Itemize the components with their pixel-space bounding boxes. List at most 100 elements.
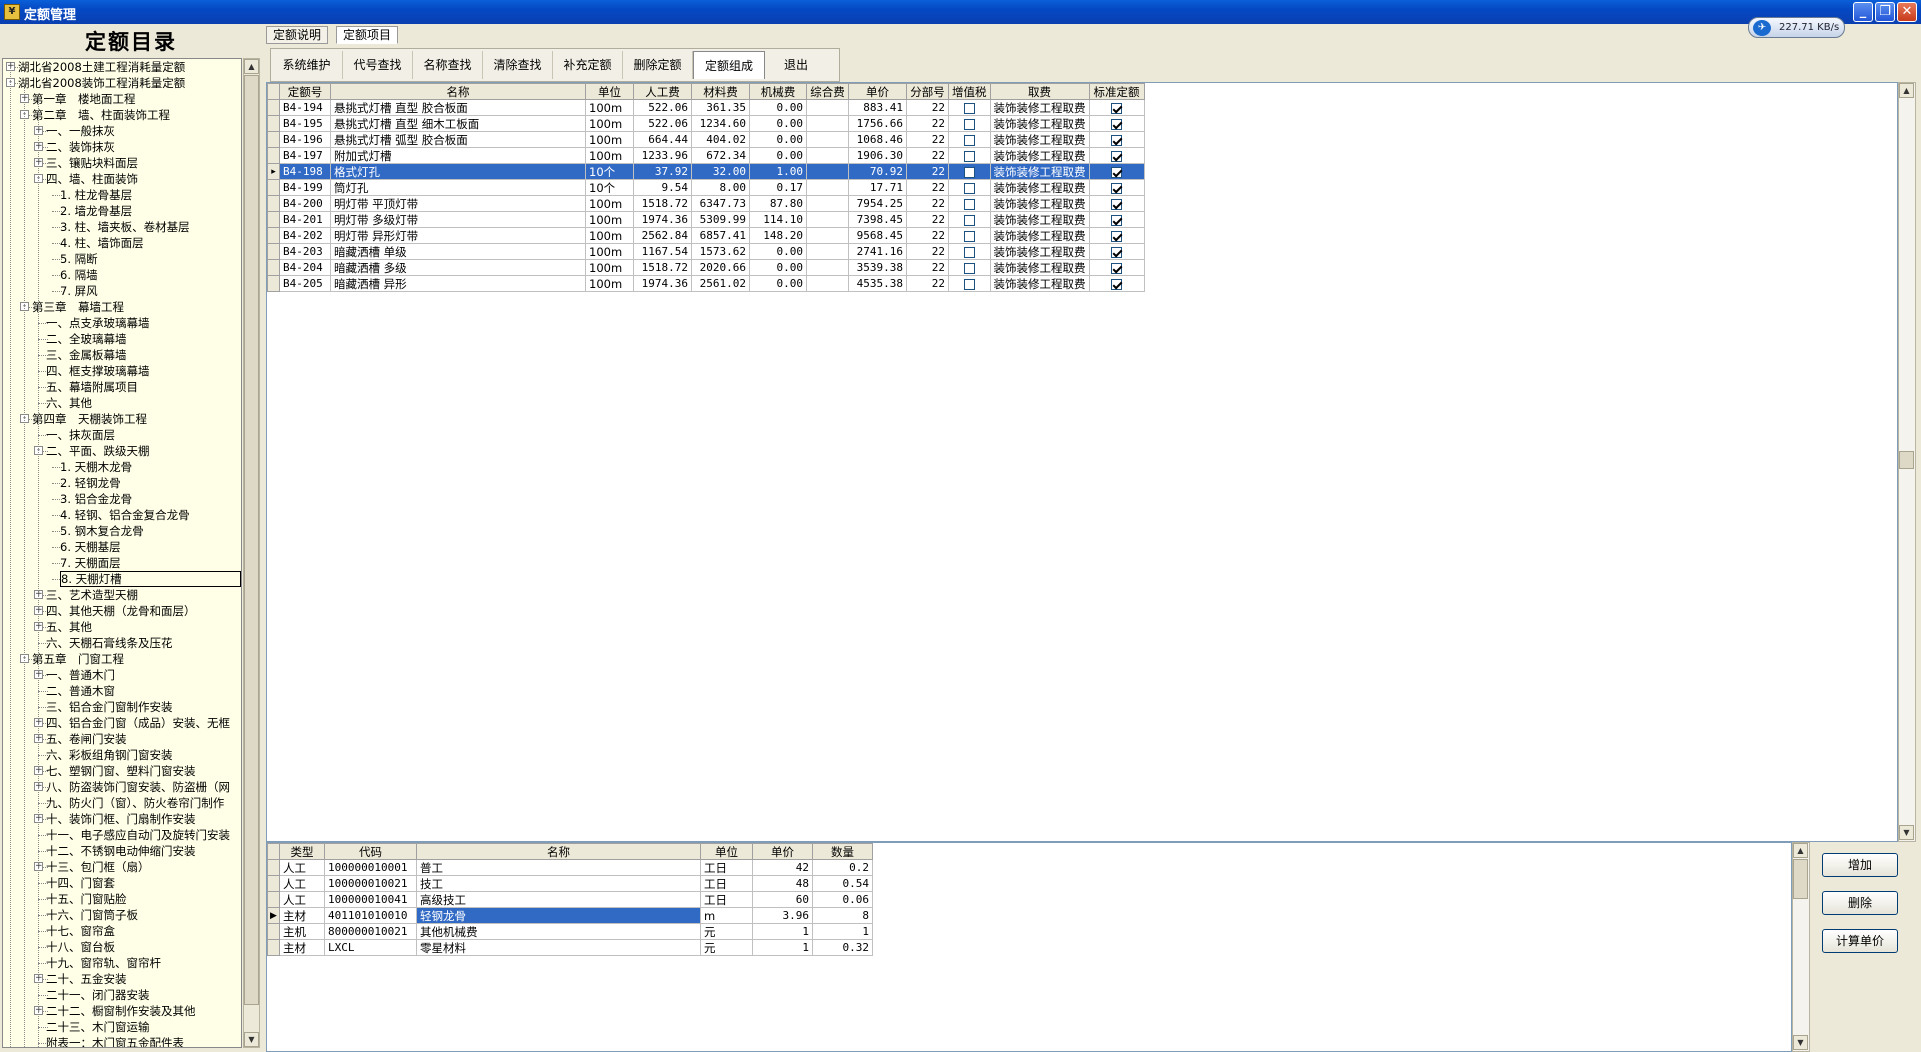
tree-node[interactable]: 四、墙、柱面装饰 bbox=[46, 171, 138, 187]
tree-node[interactable]: 4. 柱、墙饰面层 bbox=[60, 235, 144, 251]
column-header[interactable]: 人工费 bbox=[633, 83, 692, 100]
tree-node[interactable]: 四、其他天棚（龙骨和面层） bbox=[46, 603, 196, 619]
table-row[interactable]: B4-203 暗藏洒槽 单级 100m 1167.54 1573.62 0.00 2741.… bbox=[267, 243, 1145, 260]
cell-price[interactable]: 3.96 bbox=[752, 907, 813, 924]
tree-node[interactable]: 八、防盗装饰门窗安装、防盗栅（网 bbox=[46, 779, 230, 795]
cell-qty[interactable]: 0.06 bbox=[812, 891, 873, 908]
column-header[interactable]: 单位 bbox=[700, 843, 753, 860]
standard-checkbox[interactable] bbox=[1111, 166, 1122, 178]
cell-vat[interactable] bbox=[948, 211, 991, 228]
cell-labor[interactable]: 1974.36 bbox=[633, 211, 692, 228]
cell-part[interactable]: 22 bbox=[906, 99, 949, 116]
cell-std[interactable] bbox=[1088, 227, 1145, 244]
cell-unit[interactable]: 10个 bbox=[585, 179, 634, 196]
cell-qty[interactable]: 0.54 bbox=[812, 875, 873, 892]
cell-machine[interactable]: 0.00 bbox=[749, 147, 807, 164]
tree-node[interactable]: 6. 隔墙 bbox=[60, 267, 98, 283]
cell-std[interactable] bbox=[1088, 195, 1145, 212]
cell-unit[interactable]: 100m bbox=[585, 243, 634, 260]
tree-node[interactable]: 一、点支承玻璃幕墙 bbox=[46, 315, 150, 331]
tree-node[interactable]: 3. 铝合金龙骨 bbox=[60, 491, 132, 507]
composition-grid-scrollbar[interactable]: ▲ ▼ bbox=[1792, 842, 1810, 1052]
cell-price[interactable]: 1 bbox=[752, 923, 813, 940]
tree-node[interactable]: 二十三、木门窗运输 bbox=[46, 1019, 150, 1035]
tree-node[interactable]: 六、彩板组角钢门窗安装 bbox=[46, 747, 173, 763]
standard-checkbox[interactable] bbox=[1111, 214, 1122, 226]
vat-checkbox[interactable] bbox=[963, 150, 975, 162]
tree-node[interactable]: 四、框支撑玻璃幕墙 bbox=[46, 363, 150, 379]
scroll-up-icon[interactable]: ▲ bbox=[1793, 843, 1808, 858]
tree-node[interactable]: 2. 轻钢龙骨 bbox=[60, 475, 121, 491]
tree-node[interactable]: 一、抹灰面层 bbox=[46, 427, 115, 443]
table-row[interactable]: ▶ 主材 401101010010 轻钢龙骨 m 3.96 8 bbox=[267, 907, 873, 924]
tree-node[interactable]: 十八、窗台板 bbox=[46, 939, 115, 955]
cell-part[interactable]: 22 bbox=[906, 227, 949, 244]
vat-checkbox[interactable] bbox=[963, 166, 975, 178]
quota-grid-scrollbar[interactable]: ▲ ▼ bbox=[1898, 82, 1916, 842]
cell-fee[interactable]: 装饰装修工程取费 bbox=[989, 195, 1090, 212]
cell-name[interactable]: 悬挑式灯槽 弧型 胶合板面 bbox=[330, 131, 586, 148]
cell-material[interactable]: 5309.99 bbox=[691, 211, 750, 228]
tree-node[interactable]: 十、装饰门框、门扇制作安装 bbox=[46, 811, 196, 827]
tree-node[interactable]: 二、装饰抹灰 bbox=[46, 139, 115, 155]
tree-node[interactable]: 8. 天棚灯槽 bbox=[60, 571, 241, 587]
column-header[interactable]: 单价 bbox=[752, 843, 813, 860]
table-row[interactable]: 主机 800000010021 其他机械费元 1 1 bbox=[267, 923, 873, 940]
table-row[interactable]: B4-204 暗藏洒槽 多级 100m 1518.72 2020.66 0.00 3539.… bbox=[267, 259, 1145, 276]
cell-part[interactable]: 22 bbox=[906, 211, 949, 228]
cell-comp[interactable] bbox=[806, 147, 849, 164]
tree-node[interactable]: 五、卷闸门安装 bbox=[46, 731, 127, 747]
cell-name[interactable]: 普工 bbox=[416, 859, 701, 876]
clear-search-button[interactable]: 清除查找 bbox=[483, 51, 553, 79]
cell-fee[interactable]: 装饰装修工程取费 bbox=[989, 275, 1090, 292]
tree-node[interactable]: 二、平面、跌级天棚 bbox=[46, 443, 150, 459]
standard-checkbox[interactable] bbox=[1111, 230, 1122, 242]
tree-node[interactable]: 6. 天棚基层 bbox=[60, 539, 121, 555]
cell-code[interactable]: 100000010041 bbox=[324, 891, 417, 908]
tab-quota-items[interactable]: 定额项目 bbox=[336, 26, 399, 44]
scroll-down-icon[interactable]: ▼ bbox=[244, 1032, 259, 1047]
cell-part[interactable]: 22 bbox=[906, 163, 949, 180]
exit-button[interactable]: 退出 bbox=[765, 51, 827, 79]
cell-machine[interactable]: 0.17 bbox=[749, 179, 807, 196]
vat-checkbox[interactable] bbox=[963, 214, 975, 226]
cell-material[interactable]: 6347.73 bbox=[691, 195, 750, 212]
cell-price[interactable]: 7954.25 bbox=[848, 195, 907, 212]
delete-quota-button[interactable]: 删除定额 bbox=[623, 51, 693, 79]
table-row[interactable]: 人工 100000010021 技工 工日 48 0.54 bbox=[267, 875, 873, 892]
cell-fee[interactable]: 装饰装修工程取费 bbox=[989, 147, 1090, 164]
catalog-tree[interactable]: + 湖北省2008土建工程消耗量定额 - 湖北省2008装饰工程消耗量定额 + 第一章 楼… bbox=[2, 58, 242, 1048]
cell-material[interactable]: 361.35 bbox=[691, 99, 750, 116]
cell-unit[interactable]: 100m bbox=[585, 259, 634, 276]
cell-name[interactable]: 附加式灯槽 bbox=[330, 147, 586, 164]
cell-comp[interactable] bbox=[806, 179, 849, 196]
vat-checkbox[interactable] bbox=[963, 230, 975, 242]
column-header[interactable]: 类型 bbox=[279, 843, 325, 860]
tree-node[interactable]: 2. 墙龙骨基层 bbox=[60, 203, 132, 219]
cell-unit[interactable]: 10个 bbox=[585, 163, 634, 180]
tree-node[interactable]: 二、普通木窗 bbox=[46, 683, 115, 699]
cell-qty[interactable]: 1 bbox=[812, 923, 873, 940]
tree-node[interactable]: 三、铝合金门窗制作安装 bbox=[46, 699, 173, 715]
cell-machine[interactable]: 0.00 bbox=[749, 115, 807, 132]
cell-name[interactable]: 悬挑式灯槽 直型 胶合板面 bbox=[330, 99, 586, 116]
cell-type[interactable]: 主机 bbox=[279, 923, 325, 940]
cell-material[interactable]: 2020.66 bbox=[691, 259, 750, 276]
column-header[interactable]: 增值税 bbox=[948, 83, 991, 100]
cell-part[interactable]: 22 bbox=[906, 147, 949, 164]
tree-node[interactable]: 七、塑钢门窗、塑料门窗安装 bbox=[46, 763, 196, 779]
tree-node[interactable]: 十六、门窗筒子板 bbox=[46, 907, 138, 923]
column-header[interactable]: 定额号 bbox=[279, 83, 331, 100]
vat-checkbox[interactable] bbox=[963, 278, 975, 290]
cell-id[interactable]: B4-197 bbox=[279, 147, 331, 164]
cell-material[interactable]: 1234.60 bbox=[691, 115, 750, 132]
cell-std[interactable] bbox=[1088, 163, 1145, 180]
tab-quota-description[interactable]: 定额说明 bbox=[266, 26, 329, 44]
cell-price[interactable]: 48 bbox=[752, 875, 813, 892]
tree-node[interactable]: 第一章 楼地面工程 bbox=[32, 91, 136, 107]
standard-checkbox[interactable] bbox=[1111, 198, 1122, 210]
tree-node[interactable]: 一、一般抹灰 bbox=[46, 123, 115, 139]
cell-std[interactable] bbox=[1088, 211, 1145, 228]
tree-node[interactable]: 四、铝合金门窗（成品）安装、无框 bbox=[46, 715, 230, 731]
column-header[interactable]: 名称 bbox=[330, 83, 586, 100]
